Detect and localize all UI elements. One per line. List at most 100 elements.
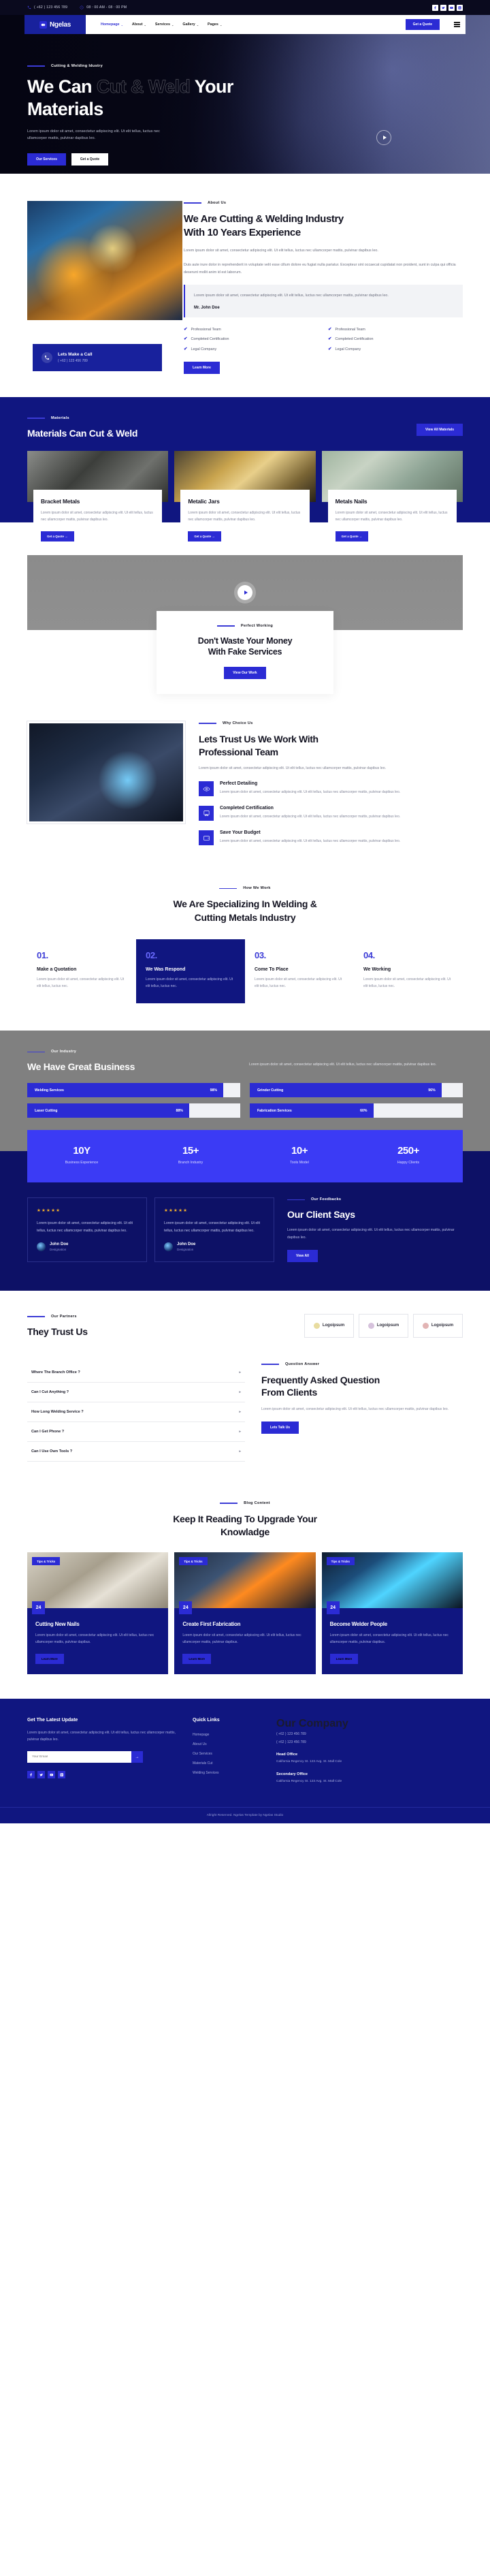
about-feature: ✔ Professional Team [184,327,318,332]
hamburger-menu-icon[interactable] [454,22,460,27]
why-title: Lets Trust Us We Work With Professional … [199,734,318,757]
hero-eyebrow: Cutting & Welding Idustry [27,64,463,68]
hero-buttons: Our Services Get a Quote [27,153,463,166]
how-step-text: Lorem ipsum dolor sit amet, consectetur … [255,977,342,988]
material-quote-button[interactable]: Get a Quote → [188,531,221,541]
partner-logo[interactable]: Logoipsum [413,1313,463,1338]
how-step-number: 03. [255,949,266,960]
faq-question-label: Where The Branch Office ? [31,1370,80,1375]
how-eyebrow: How We Work [0,886,490,890]
chevron-right-icon: ▸ [239,1370,241,1375]
material-title: Metals Nails [335,498,368,505]
twitter-icon[interactable] [440,4,446,11]
linkedin-icon[interactable] [58,1771,65,1779]
material-title: Bracket Metals [41,498,80,505]
blog-learn-more-button[interactable]: Learn More [329,1653,359,1664]
newsletter-submit-button[interactable]: → [131,1751,143,1763]
how-step[interactable]: 04. We Working Lorem ipsum dolor sit ame… [354,939,463,1004]
footer-link[interactable]: Materials Cut [193,1759,264,1768]
chevron-down-icon: ⌄ [196,22,199,27]
hero-play-button[interactable] [376,130,391,145]
blog-eyebrow-label: Blog Content [244,1501,270,1505]
accent-bar [27,65,45,67]
material-card[interactable]: Bracket Metals Lorem ipsum dolor sit ame… [27,451,169,551]
blog-title: Keep It Reading To Upgrade Your Knowladge [0,1513,490,1539]
cta-view-work-button[interactable]: View Our Work [224,667,266,680]
about-feature-label: Completed Certification [191,337,229,342]
chevron-right-icon: ▸ [239,1389,241,1394]
about-call-number: ( +62 ) 123 456 789 [58,359,88,364]
footer-company-title: Our Company [276,1717,348,1729]
about-learn-more-button[interactable]: Learn More [184,362,220,375]
blog-card[interactable]: Tips & Tricks 24 Become Welder People Lo… [321,1552,463,1674]
youtube-icon[interactable] [48,1771,55,1779]
how-title: We Are Specializing In Welding & Cutting … [0,898,490,924]
about-feature-label: Professional Team [335,327,365,332]
how-step[interactable]: 03. Come To Place Lorem ipsum dolor sit … [245,939,354,1004]
partner-logo[interactable]: Logoipsum [359,1313,408,1338]
nav-item-services[interactable]: Services ⌄ [155,22,174,27]
footer-link[interactable]: Our Services [193,1749,264,1759]
faq-question[interactable]: Where The Branch Office ? ▸ [27,1362,245,1383]
blog-section: Blog Content Keep It Reading To Upgrade … [0,1488,490,1699]
hero-our-services-button[interactable]: Our Services [27,153,66,166]
testimonials-view-all-button[interactable]: View All [287,1249,318,1262]
material-text: Lorem ipsum dolor sit amet, consectetur … [335,511,448,522]
material-card[interactable]: Metalic Jars Lorem ipsum dolor sit amet,… [174,451,316,551]
nav-label: Services [154,22,171,27]
accent-bar [184,202,201,204]
nav-item-about[interactable]: About ⌄ [132,22,146,27]
footer-link[interactable]: About Us [193,1740,264,1749]
faq-question[interactable]: Can I Use Own Tools ? ▸ [27,1442,245,1462]
topbar-phone[interactable]: ( +62 ) 123 456 789 [27,5,67,10]
faq-question[interactable]: How Long Welding Service ? ▸ [27,1402,245,1422]
about-feature: ✔ Completed Certification [328,337,463,342]
facebook-icon[interactable] [432,4,438,11]
footer-company-phone[interactable]: ( +62 ) 123 456 789 [276,1730,463,1738]
nav-item-pages[interactable]: Pages ⌄ [208,22,222,27]
hero-get-quote-button[interactable]: Get a Quote [71,153,109,166]
facebook-icon[interactable] [27,1771,35,1779]
nav-item-homepage[interactable]: Homepage ⌄ [101,22,123,27]
header-get-quote-button[interactable]: Get a Quote [405,19,440,30]
faq-question[interactable]: Can I Cut Anything ? ▸ [27,1383,245,1402]
footer-link[interactable]: Welding Services [193,1768,264,1778]
skill-label: Grinder Cutting [257,1088,284,1093]
footer-company-mail[interactable]: ( +62 ) 123 456 789 [276,1738,463,1746]
nav-item-gallery[interactable]: Gallery ⌄ [182,22,199,27]
industry-skills: Welding Services 98% Grinder Cutting 96%… [27,1083,463,1118]
footer-link[interactable]: Homepage [193,1730,264,1740]
blog-card-text: Lorem ipsum dolor sit amet, consectetur … [35,1633,154,1645]
view-all-materials-button[interactable]: View All Materials [416,424,463,437]
blog-learn-more-button[interactable]: Learn More [35,1653,64,1664]
faq-talk-button[interactable]: Lets Talk Us [261,1421,299,1434]
material-quote-button[interactable]: Get a Quote → [41,531,74,541]
how-step-text: Lorem ipsum dolor sit amet, consectetur … [363,977,451,988]
blog-card[interactable]: Tips & Tricks 24 Cutting New Nails Lorem… [27,1552,169,1674]
materials-header: Materials Materials Can Cut & Weld View … [27,416,463,439]
blog-learn-more-button[interactable]: Learn More [182,1653,211,1664]
industry-stats: 10Y Business Experience 15+ Branch Indus… [27,1130,463,1183]
youtube-icon[interactable] [448,4,455,11]
about-call-card[interactable]: Lets Make a Call ( +62 ) 123 456 789 [33,344,162,372]
how-step[interactable]: 02. We Was Respond Lorem ipsum dolor sit… [136,939,245,1004]
partner-mark-icon [313,1322,320,1329]
topbar-hours: 08 : 00 AM - 08 : 00 PM [80,5,127,10]
faq-question[interactable]: Can I Get Phone ? ▸ [27,1422,245,1442]
blog-card[interactable]: Tips & Tricks 24 Create First Fabricatio… [174,1552,316,1674]
linkedin-icon[interactable] [457,4,463,11]
partner-logo[interactable]: Logoipsum [304,1313,354,1338]
video-play-button[interactable] [238,584,252,600]
twitter-icon[interactable] [37,1771,45,1779]
email-input[interactable] [27,1751,131,1763]
material-quote-button[interactable]: Get a Quote → [335,531,369,541]
why-eyebrow: Why Choice Us [199,721,463,725]
material-card[interactable]: Metals Nails Lorem ipsum dolor sit amet,… [321,451,463,551]
about-feature-label: Legal Company [335,347,361,351]
stat-label: Branch Industry [178,1161,203,1165]
partner-mark-icon [422,1322,429,1329]
how-step[interactable]: 01. Make a Quotation Lorem ipsum dolor s… [27,939,136,1004]
why-item-text: Lorem ipsum dolor sit amet, consectetur … [220,839,401,844]
stat-item: 10+ Tools Model [245,1145,354,1165]
logo[interactable]: Ngelas [24,15,86,34]
